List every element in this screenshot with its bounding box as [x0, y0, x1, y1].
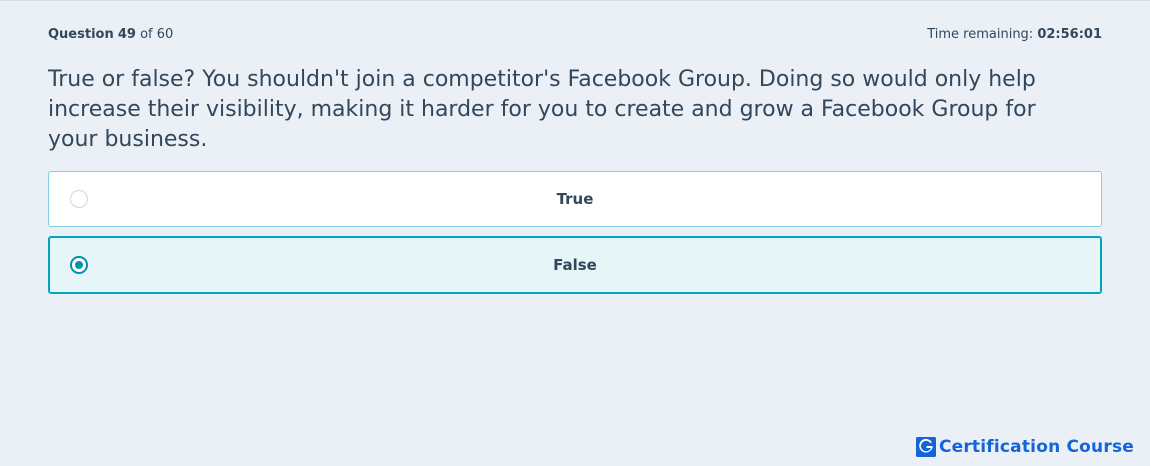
question-text: True or false? You shouldn't join a comp… — [48, 67, 1036, 152]
answer-option-false[interactable]: False — [48, 236, 1102, 294]
brand-text: Certification Course — [938, 437, 1134, 457]
quiz-header: Question 49 of 60 Time remaining: 02:56:… — [48, 25, 1102, 43]
question-counter-label: Question — [48, 26, 114, 42]
question-number: 49 — [117, 26, 136, 42]
time-remaining-value: 02:56:01 — [1037, 26, 1102, 42]
answer-option-label: True — [556, 190, 594, 208]
question-total: of 60 — [140, 26, 174, 42]
brand-watermark: Certification Course — [915, 437, 1134, 457]
brand-logo-icon — [915, 437, 936, 457]
time-remaining-label: Time remaining: — [927, 26, 1034, 42]
answer-options: True False — [48, 171, 1102, 303]
answer-option-true[interactable]: True — [48, 171, 1102, 227]
time-remaining: Time remaining: 02:56:01 — [927, 27, 1102, 42]
question-counter: Question 49 of 60 — [48, 27, 173, 42]
answer-option-label: False — [553, 256, 597, 274]
